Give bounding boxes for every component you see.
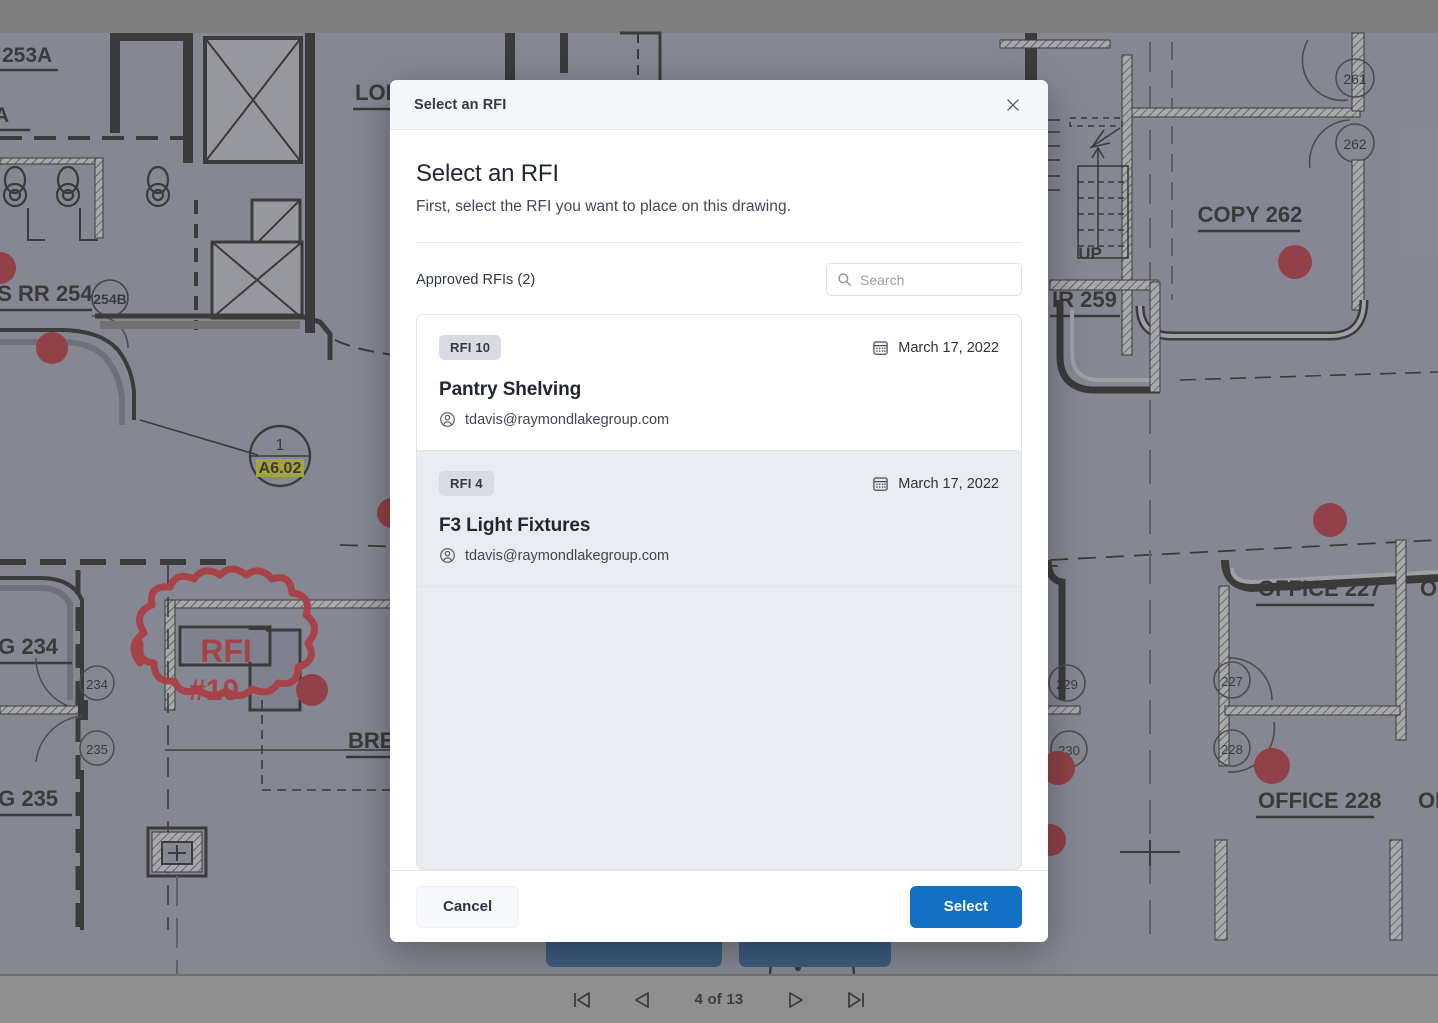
- rfi-date: March 17, 2022: [872, 339, 999, 356]
- skip-to-first-icon[interactable]: [569, 987, 595, 1013]
- skip-to-last-icon[interactable]: [843, 987, 869, 1013]
- list-item-top-row: RFI 10 March 17, 2022: [439, 335, 999, 360]
- person-circle-icon: [439, 411, 456, 428]
- calendar-icon: [872, 339, 889, 356]
- close-icon[interactable]: [1000, 92, 1026, 118]
- page-indicator: 4 of 13: [694, 991, 744, 1008]
- cancel-button[interactable]: Cancel: [416, 885, 520, 928]
- app-root: 253A A 'S RR 254 254B 1 A6.02 G 234 234 …: [0, 0, 1438, 1023]
- page-navigation-bar: 4 of 13: [0, 974, 1438, 1023]
- list-empty-space: [417, 587, 1021, 869]
- rfi-number-badge: RFI 10: [439, 335, 502, 360]
- select-rfi-modal: Select an RFI Select an RFI First, selec…: [390, 80, 1048, 942]
- list-item[interactable]: RFI 10 March 17, 2022 Pantry Shelving td…: [417, 315, 1021, 451]
- rfi-date: March 17, 2022: [872, 475, 999, 492]
- search-box[interactable]: [826, 263, 1041, 296]
- list-item[interactable]: RFI 4 March 17, 2022 F3 Light Fixtures t…: [417, 451, 1021, 587]
- list-header: Approved RFIs (2): [390, 243, 1048, 296]
- modal-footer: Cancel Select: [390, 870, 1048, 942]
- rfi-user: tdavis@raymondlakegroup.com: [439, 547, 999, 564]
- modal-body: Select an RFI First, select the RFI you …: [390, 130, 1048, 870]
- page-subtitle: First, select the RFI you want to place …: [416, 198, 791, 215]
- rfi-user: tdavis@raymondlakegroup.com: [439, 411, 999, 428]
- heading-block: Select an RFI First, select the RFI you …: [390, 130, 1048, 216]
- search-icon: [837, 272, 852, 287]
- list-item-top-row: RFI 4 March 17, 2022: [439, 471, 999, 496]
- modal-titlebar-title: Select an RFI: [414, 96, 507, 113]
- page-title: Select an RFI: [416, 160, 559, 187]
- rfi-title: Pantry Shelving: [439, 379, 582, 400]
- person-circle-icon: [439, 547, 456, 564]
- search-input[interactable]: [860, 271, 1041, 288]
- previous-page-icon[interactable]: [629, 987, 655, 1013]
- rfi-list: RFI 10 March 17, 2022 Pantry Shelving td…: [416, 314, 1022, 870]
- rfi-title: F3 Light Fixtures: [439, 515, 591, 536]
- pager: 4 of 13: [569, 987, 869, 1013]
- approved-rfis-count: Approved RFIs (2): [416, 271, 536, 288]
- rfi-date-text: March 17, 2022: [898, 339, 999, 356]
- select-button[interactable]: Select: [909, 885, 1022, 928]
- rfi-user-email: tdavis@raymondlakegroup.com: [465, 547, 670, 564]
- rfi-user-email: tdavis@raymondlakegroup.com: [465, 411, 670, 428]
- next-page-icon[interactable]: [783, 987, 809, 1013]
- rfi-date-text: March 17, 2022: [898, 475, 999, 492]
- modal-titlebar: Select an RFI: [390, 80, 1048, 130]
- calendar-icon: [872, 475, 889, 492]
- rfi-number-badge: RFI 4: [439, 471, 494, 496]
